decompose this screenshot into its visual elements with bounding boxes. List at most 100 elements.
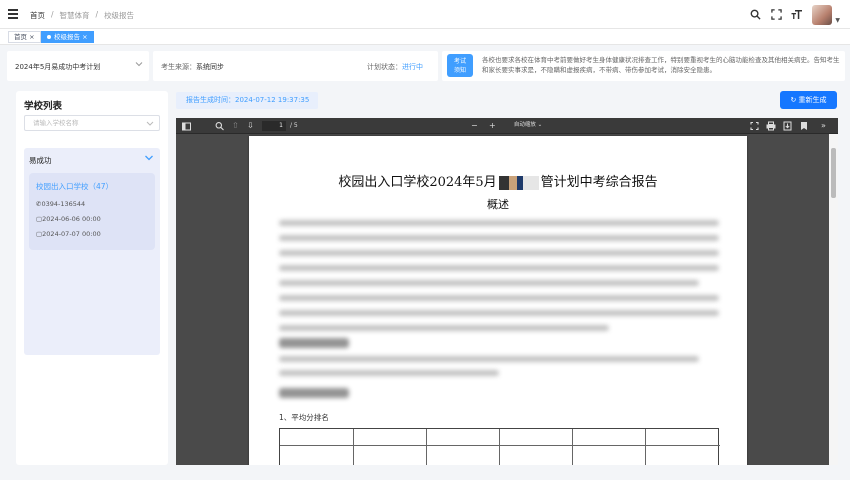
blurred-text-line [279, 310, 719, 316]
blurred-text-line [279, 295, 719, 301]
regenerate-button[interactable]: ↻ 重新生成 [780, 91, 837, 109]
previous-page-icon[interactable]: ⇧ [232, 120, 239, 132]
pdf-scrollbar[interactable] [829, 134, 838, 465]
tag-home[interactable]: 首页 × [8, 31, 41, 43]
school-list-title: 学校列表 [24, 101, 63, 112]
table-col-divider [426, 429, 427, 465]
exam-badge-line2: 须知 [453, 66, 466, 74]
report-doc-subtitle: 概述 [487, 198, 509, 211]
school-start-row: ▢2024-06-06 00:00 [36, 215, 101, 223]
find-icon[interactable] [215, 120, 224, 132]
menu-toggle-icon[interactable] [8, 9, 18, 19]
tags-view: 首页 × 校级报告 × [0, 29, 850, 45]
school-group-name[interactable]: 易成功 [29, 155, 52, 166]
exam-badge-line1: 考试 [453, 57, 466, 65]
refresh-icon: ↻ [790, 96, 799, 104]
blurred-text-line [279, 235, 719, 241]
active-dot-icon [47, 35, 51, 39]
school-search-placeholder: 请输入学校名称 [33, 119, 79, 127]
blurred-text-line [279, 250, 719, 256]
tag-school-report[interactable]: 校级报告 × [41, 31, 94, 43]
chevron-down-icon [146, 116, 154, 137]
source-value: 系统同步 [196, 63, 224, 71]
status-field: 计划状态：进行中 [367, 62, 423, 72]
pdf-viewer: ⇧ ⇩ 1 / 5 − + 自动缩放 ⌄ » 校园出入口学校2024年5月 管计划… [176, 118, 838, 465]
exam-notice-text: 各校也要求各校在体育中考前要做好考生身体健康状况排查工作，特别要重视考生的心脑功… [482, 56, 840, 74]
breadcrumb-separator: / [51, 10, 54, 19]
exam-notice: 考试 须知 各校也要求各校在体育中考前要做好考生身体健康状况排查工作，特别要重视… [442, 51, 845, 81]
section-avg-rank: 1、平均分排名 [279, 413, 329, 422]
pdf-scrollbar-thumb[interactable] [831, 148, 836, 198]
regenerate-label: 重新生成 [798, 96, 827, 104]
school-list-panel: 学校列表 请输入学校名称 易成功 校园出入口学校（47） ✆0394-13654… [16, 91, 168, 465]
blurred-text-line [279, 370, 499, 376]
redacted-image [498, 175, 539, 190]
chevron-down-icon [135, 61, 143, 69]
school-name[interactable]: 校园出入口学校（47） [36, 181, 113, 192]
close-icon[interactable]: × [29, 33, 34, 41]
header-tools: ▼ [749, 5, 840, 25]
plan-info: 考生来源：系统同步 计划状态：进行中 [153, 51, 438, 81]
plan-filter-bar: 2024年5月易成功中考计划 考生来源：系统同步 计划状态：进行中 考试 须知 … [7, 51, 845, 81]
school-card[interactable]: 校园出入口学校（47） ✆0394-136544 ▢2024-06-06 00:… [29, 173, 155, 250]
blurred-text-line [279, 325, 609, 331]
bookmark-icon[interactable] [800, 120, 808, 132]
breadcrumb-separator: / [95, 10, 99, 19]
table-col-divider [499, 429, 500, 465]
blurred-heading [279, 388, 349, 398]
zoom-select-value: 自动缩放 [513, 122, 536, 128]
blurred-text-line [279, 356, 699, 362]
pdf-toolbar: ⇧ ⇩ 1 / 5 − + 自动缩放 ⌄ » [176, 118, 838, 134]
report-doc-title: 校园出入口学校2024年5月 管计划中考综合报告 [249, 171, 747, 190]
doc-title-right: 管计划中考综合报告 [540, 175, 658, 190]
blurred-text-line [279, 280, 699, 286]
breadcrumb: 首页 / 智慧体育 / 校级报告 [30, 10, 134, 21]
zoom-select[interactable]: 自动缩放 ⌄ [503, 120, 553, 131]
school-end-row: ▢2024-07-07 00:00 [36, 230, 101, 238]
tools-menu-icon[interactable]: » [821, 120, 826, 132]
table-row-divider [280, 445, 720, 446]
breadcrumb-home[interactable]: 首页 [30, 10, 45, 21]
blurred-text-line [279, 265, 719, 271]
download-icon[interactable] [783, 120, 792, 132]
school-group: 易成功 校园出入口学校（47） ✆0394-136544 ▢2024-06-06… [24, 148, 160, 355]
status-label: 计划状态： [367, 63, 402, 71]
fullscreen-icon[interactable] [770, 9, 782, 21]
sidebar-toggle-icon[interactable] [182, 120, 191, 132]
source-field: 考生来源：系统同步 [161, 62, 224, 72]
plan-select-value: 2024年5月易成功中考计划 [15, 63, 101, 71]
report-generated-time: 报告生成时间：2024-07-12 19:37:35 [176, 92, 318, 109]
school-phone: 0394-136544 [41, 200, 86, 208]
user-avatar[interactable] [812, 5, 833, 25]
presentation-mode-icon[interactable] [750, 120, 759, 132]
pdf-page: 校园出入口学校2024年5月 管计划中考综合报告 概述 1、平均分排名 [249, 136, 747, 465]
plan-select[interactable]: 2024年5月易成功中考计划 [7, 51, 149, 81]
blurred-text-line [279, 220, 719, 226]
breadcrumb-school-report: 校级报告 [104, 11, 135, 20]
status-value: 进行中 [402, 63, 423, 71]
tag-home-label: 首页 [14, 33, 27, 41]
table-col-divider [572, 429, 573, 465]
top-bar: 首页 / 智慧体育 / 校级报告 ▼ [0, 0, 850, 29]
caret-down-icon[interactable]: ▼ [835, 17, 840, 24]
school-phone-row: ✆0394-136544 [36, 200, 85, 208]
table-col-divider [353, 429, 354, 465]
chevron-down-icon[interactable] [144, 154, 154, 165]
page-number-input[interactable]: 1 [262, 121, 286, 131]
tag-school-report-label: 校级报告 [54, 33, 80, 41]
avg-rank-table [279, 428, 720, 465]
font-size-icon[interactable] [791, 9, 803, 21]
zoom-in-icon[interactable]: + [489, 120, 496, 132]
page-total: / 5 [290, 122, 298, 129]
print-icon[interactable] [766, 120, 776, 132]
school-start-time: 2024-06-06 00:00 [42, 215, 101, 223]
next-page-icon[interactable]: ⇩ [247, 120, 254, 132]
blurred-heading [279, 338, 349, 348]
search-icon[interactable] [749, 9, 761, 21]
school-search-input[interactable]: 请输入学校名称 [24, 115, 160, 131]
close-icon[interactable]: × [82, 33, 87, 41]
source-label: 考生来源： [161, 63, 196, 71]
doc-title-left: 校园出入口学校2024年5月 [338, 175, 497, 190]
zoom-out-icon[interactable]: − [471, 120, 478, 132]
breadcrumb-smart-sports[interactable]: 智慧体育 [60, 10, 90, 21]
